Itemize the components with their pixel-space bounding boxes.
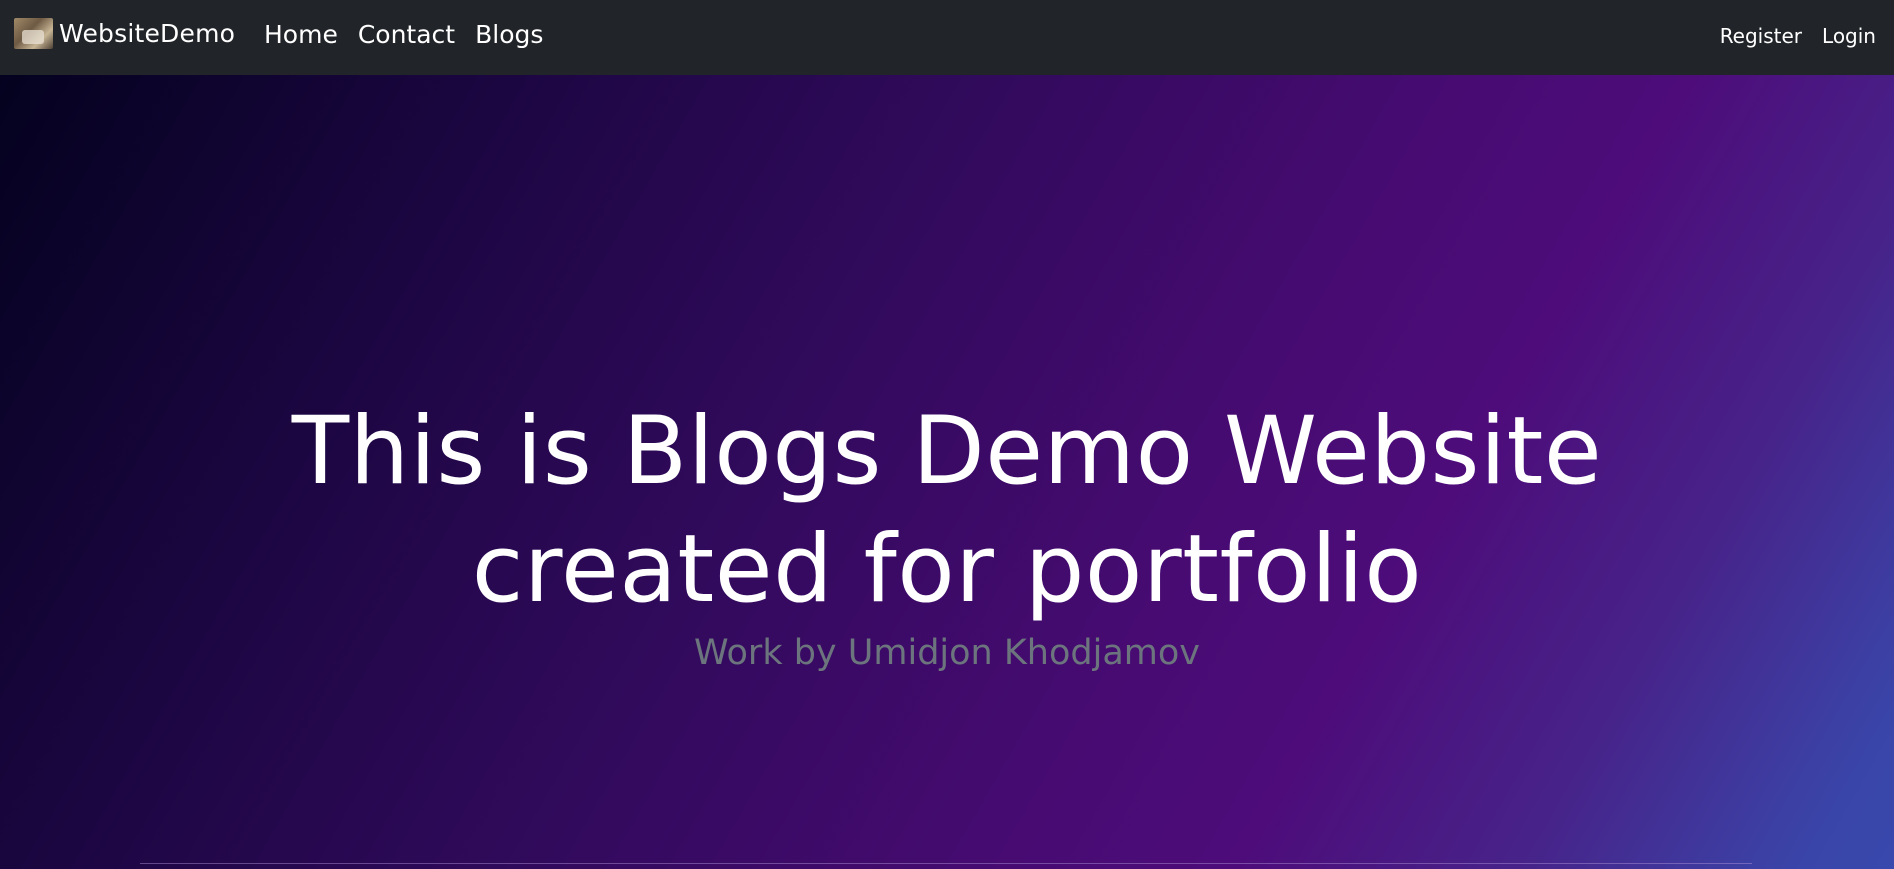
register-link[interactable]: Register — [1720, 24, 1802, 48]
hero-subtitle: Work by Umidjon Khodjamov — [693, 633, 1201, 673]
main-nav: Home Contact Blogs — [264, 16, 543, 52]
login-link[interactable]: Login — [1822, 24, 1876, 48]
brand-link[interactable]: WebsiteDemo — [14, 16, 235, 50]
nav-link-contact[interactable]: Contact — [358, 20, 455, 49]
auth-nav: Register Login — [1720, 20, 1876, 52]
hero-title-line-2: created for portfolio — [471, 515, 1423, 624]
hero-title: This is Blogs Demo Website created for p… — [0, 393, 1894, 629]
nav-link-home[interactable]: Home — [264, 20, 338, 49]
nav-link-blogs[interactable]: Blogs — [475, 20, 543, 49]
top-navbar: WebsiteDemo Home Contact Blogs Register … — [0, 0, 1894, 75]
brand-logo-icon — [14, 17, 53, 49]
hero-title-line-1: This is Blogs Demo Website — [291, 397, 1603, 506]
brand-name: WebsiteDemo — [59, 18, 236, 48]
hero-divider — [140, 863, 1752, 864]
hero-section: This is Blogs Demo Website created for p… — [0, 75, 1894, 869]
